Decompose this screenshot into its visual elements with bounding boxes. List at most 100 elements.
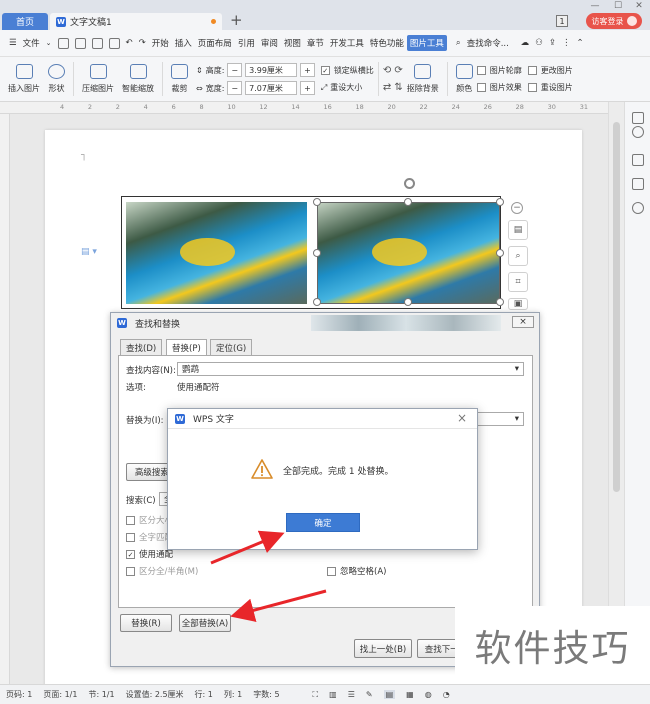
chevron-down-icon[interactable]: ⌄ [43,39,55,47]
preview-icon[interactable] [108,37,120,49]
width-plus[interactable]: + [300,81,315,95]
menu-picture-tools[interactable]: 图片工具 [406,35,447,51]
rotate-handle-icon[interactable] [404,178,415,189]
lock-ratio-checkbox[interactable]: ✓ 锁定纵横比 [320,65,374,76]
reset-picture-button[interactable]: 重设图片 [527,82,573,93]
crop-button[interactable]: 裁剪 [167,57,192,102]
focus-mode-icon[interactable]: ⛶ [313,690,319,700]
edit-icon[interactable] [632,154,644,166]
draw-icon[interactable]: ✎ [366,690,373,699]
status-words[interactable]: 字数: 5 [253,689,279,700]
message-titlebar[interactable]: W WPS 文字 [168,409,477,429]
resize-handle[interactable] [496,249,504,257]
settings-icon[interactable] [632,178,644,190]
page-view-icon[interactable]: ▤ [383,690,396,699]
menu-file[interactable]: 文件 [20,37,43,49]
resize-handle[interactable] [404,198,412,206]
menu-1[interactable]: 插入 [172,37,195,49]
maximize-icon[interactable]: ☐ [607,0,629,12]
ignore-space-checkbox[interactable]: 忽略空格(A) [327,565,386,577]
layout-options-icon[interactable]: ▤ [508,220,528,240]
width-input[interactable]: 7.07厘米 [245,81,298,95]
rotate-icon[interactable]: ⟲ ⟳ [383,65,403,76]
menu-0[interactable]: 开始 [149,37,172,49]
color-button[interactable]: 颜色 [452,57,477,102]
resize-handle[interactable] [313,298,321,306]
guest-login-button[interactable]: 访客登录 [586,13,642,29]
match-case-checkbox[interactable]: 区分大小 [126,514,173,526]
expand-icon[interactable] [632,112,644,124]
eye-protect-icon[interactable]: ◔ [443,690,450,699]
full-half-width-checkbox[interactable]: 区分全/半角(M) [126,565,198,577]
replace-button[interactable]: 替换(R) [120,614,172,632]
find-previous-button[interactable]: 找上一处(B) [354,639,412,658]
tab-home[interactable]: 首页 [2,13,48,30]
height-input[interactable]: 3.99厘米 [245,63,298,77]
new-tab-button[interactable]: + [230,11,243,29]
format-painter-icon[interactable] [74,37,86,49]
tab-document[interactable]: W 文字文稿1 [50,13,222,30]
ok-button[interactable]: 确定 [286,513,360,532]
horizontal-ruler[interactable]: 4 2 2 4 6 8 10 12 14 16 18 20 22 24 26 2… [0,102,608,114]
status-pages[interactable]: 页面: 1/1 [43,689,77,700]
more-float-icon[interactable]: ▣ [508,298,528,310]
tab-goto[interactable]: 定位(G) [210,339,253,355]
insert-picture-button[interactable]: 插入图片 [4,57,44,102]
more-icon[interactable]: ⋮ [559,38,574,48]
change-picture-button[interactable]: 更改图片 [527,65,573,76]
find-input[interactable]: 鹦鹉 ▾ [177,362,524,376]
smart-zoom-button[interactable]: 智能缩放 [118,57,158,102]
resize-handle[interactable] [496,298,504,306]
flip-icon[interactable]: ⇄ ⇅ [383,82,403,93]
collaborate-icon[interactable]: ⚇ [532,38,546,48]
resize-handle[interactable] [313,249,321,257]
status-setting[interactable]: 设置值: 2.5厘米 [126,689,184,700]
minus-icon[interactable] [632,126,644,138]
menu-2[interactable]: 页面布局 [195,37,235,49]
resize-handle[interactable] [496,198,504,206]
undo-icon[interactable]: ↶ [123,38,136,48]
whole-word-checkbox[interactable]: 全字匹配 [126,531,173,543]
wildcard-checkbox[interactable]: ✓ 使用通配 [126,548,173,560]
collapse-icon[interactable]: − [511,202,523,214]
window-count-badge[interactable]: 1 [556,15,568,27]
parrot-image-left[interactable] [126,202,307,304]
reset-size-button[interactable]: ⤢ 重设大小 [321,82,374,93]
menu-4[interactable]: 审阅 [258,37,281,49]
save-icon[interactable] [57,37,69,49]
scrollbar-thumb[interactable] [613,122,620,492]
cloud-icon[interactable]: ☁ [518,38,533,48]
resize-handle[interactable] [404,298,412,306]
tab-find[interactable]: 查找(D) [120,339,163,355]
message-close-button[interactable]: × [457,411,467,425]
resize-handle[interactable] [313,198,321,206]
cutout-button[interactable]: 抠除背景 [403,57,443,102]
web-view-icon[interactable]: ◍ [425,690,432,699]
hamburger-icon[interactable]: ☰ [6,38,20,48]
read-mode-icon[interactable]: ▥ [329,690,337,699]
collapse-ribbon-icon[interactable]: ⌃ [574,38,587,48]
height-plus[interactable]: + [300,63,315,77]
status-section[interactable]: 节: 1/1 [88,689,114,700]
shape-button[interactable]: 形状 [44,57,69,102]
outline-view-icon[interactable]: ▦ [406,690,414,699]
close-icon[interactable]: ✕ [628,0,650,12]
search-icon[interactable]: ⌕ [453,38,464,48]
help-icon[interactable] [632,202,644,214]
replace-all-button[interactable]: 全部替换(A) [179,614,231,632]
vertical-ruler[interactable] [0,114,10,684]
width-minus[interactable]: − [227,81,243,95]
scrollbar[interactable] [608,102,624,684]
menu-7[interactable]: 开发工具 [327,37,367,49]
paragraph-options-icon[interactable]: ▤ ▾ [81,247,97,257]
zoom-icon[interactable]: ⌕ [508,246,528,266]
redo-icon[interactable]: ↷ [136,38,149,48]
menu-3[interactable]: 引用 [235,37,258,49]
dialog-close-button[interactable]: × [512,316,534,328]
menu-8[interactable]: 特色功能 [367,37,407,49]
height-minus[interactable]: − [227,63,243,77]
crop-float-icon[interactable]: ⌗ [508,272,528,292]
print-layout-icon[interactable]: ☰ [348,690,355,699]
outline-button[interactable]: 图片轮廓 [476,65,522,76]
print-icon[interactable] [91,37,103,49]
